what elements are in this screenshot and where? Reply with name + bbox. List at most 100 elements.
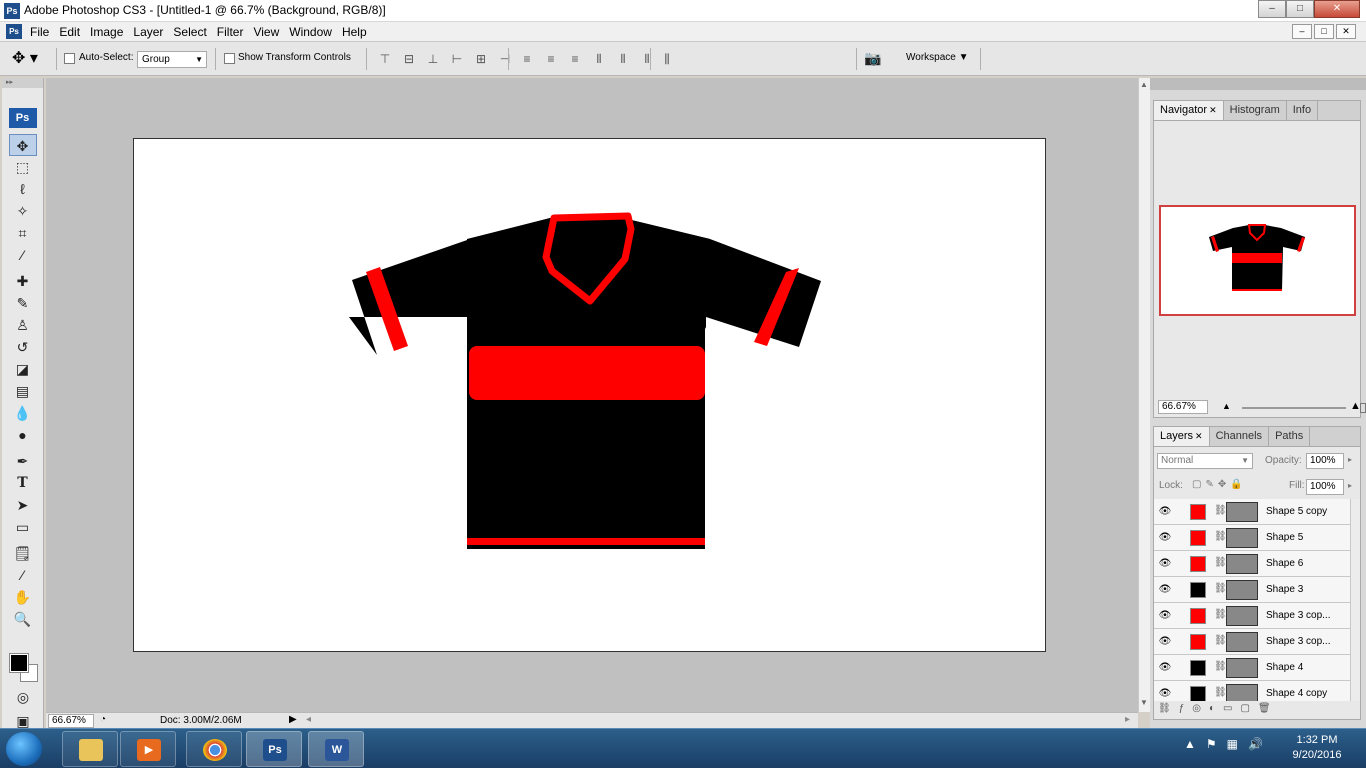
distribute-right-icon[interactable]: ⫴ [638,51,656,67]
volume-icon[interactable]: 🔊 [1248,737,1263,751]
visibility-eye-icon[interactable]: 👁 [1158,687,1172,701]
visibility-eye-icon[interactable]: 👁 [1158,557,1172,571]
vector-mask-thumbnail[interactable] [1226,528,1258,548]
layer-row[interactable]: 👁 ⛓ Shape 3 cop... [1154,603,1350,629]
vector-mask-thumbnail[interactable] [1226,684,1258,701]
doc-restore-button[interactable]: □ [1314,24,1334,39]
visibility-eye-icon[interactable]: 👁 [1158,531,1172,545]
workspace-menu[interactable]: Workspace ▼ [906,52,969,63]
visibility-eye-icon[interactable]: 👁 [1158,661,1172,675]
vector-mask-thumbnail[interactable] [1226,554,1258,574]
align-hcenter-icon[interactable]: ⊞ [472,51,490,67]
show-hidden-icons-icon[interactable]: ▲ [1184,737,1196,751]
vector-mask-thumbnail[interactable] [1226,502,1258,522]
tab-navigator[interactable]: Navigator ✕ [1154,101,1224,120]
lock-options-icon[interactable]: ▢✎✥🔒 [1192,479,1247,490]
layers-footer-icons[interactable]: ⛓ƒ◎◐▭▢🗑 [1154,703,1360,719]
align-vcenter-icon[interactable]: ⊟ [400,51,418,67]
navigator-preview[interactable] [1159,205,1356,316]
vector-mask-thumbnail[interactable] [1226,632,1258,652]
menu-file[interactable]: File [30,24,57,40]
scroll-up-icon[interactable]: ▲ [1140,80,1148,89]
status-info-icon[interactable]: ◔ [100,714,106,725]
taskbar-word[interactable]: W [308,731,364,767]
vector-mask-thumbnail[interactable] [1226,658,1258,678]
eyedropper-tool-icon[interactable]: ⁄ [9,564,37,586]
zoom-in-icon[interactable]: ▲ [1350,400,1361,412]
distribute-left-icon[interactable]: ⫴ [590,51,608,67]
rectangle-tool-icon[interactable]: ▭ [9,516,37,538]
layer-row[interactable]: 👁 ⛓ Shape 4 copy [1154,681,1350,701]
menu-edit[interactable]: Edit [59,24,88,40]
menu-window[interactable]: Window [289,24,340,40]
doc-close-button[interactable]: ✕ [1336,24,1356,39]
scroll-down-icon[interactable]: ▼ [1140,698,1148,707]
zoom-tool-icon[interactable]: 🔍 [9,608,37,630]
healing-brush-tool-icon[interactable]: ✚ [9,270,37,292]
tab-histogram[interactable]: Histogram [1223,101,1287,120]
taskbar-chrome[interactable] [186,731,242,767]
app-menu-icon[interactable]: Ps [6,24,22,39]
notes-tool-icon[interactable]: 🗒 [9,542,37,564]
fill-field[interactable]: 100% [1306,479,1344,495]
menu-layer[interactable]: Layer [133,24,171,40]
align-bottom-icon[interactable]: ⊥ [424,51,442,67]
gradient-tool-icon[interactable]: ▤ [9,380,37,402]
start-button[interactable] [6,732,42,766]
layer-row[interactable]: 👁 ⛓ Shape 3 cop... [1154,629,1350,655]
dock-grip[interactable] [1150,78,1366,90]
taskbar-photoshop[interactable]: Ps [246,731,302,767]
document-canvas[interactable] [133,138,1046,652]
layer-row[interactable]: 👁 ⛓ Shape 4 [1154,655,1350,681]
crop-tool-icon[interactable]: ⌗ [9,222,37,244]
close-button[interactable]: ✕ [1314,0,1360,18]
align-top-icon[interactable]: ⊤ [376,51,394,67]
hscroll-left-icon[interactable]: ◂ [306,714,311,725]
foreground-color-swatch[interactable] [9,653,29,673]
menu-help[interactable]: Help [342,24,375,40]
hscroll-right-icon[interactable]: ▸ [1125,714,1130,725]
visibility-eye-icon[interactable]: 👁 [1158,505,1172,519]
pen-tool-icon[interactable]: ✒ [9,450,37,472]
align-left-icon[interactable]: ⊢ [448,51,466,67]
taskbar-media-player[interactable]: ▶ [120,731,176,767]
auto-select-dropdown[interactable]: Group ▼ [137,51,207,68]
distribute-top-icon[interactable]: ≡ [518,51,536,67]
tab-info[interactable]: Info [1286,101,1319,120]
layer-row[interactable]: 👁 ⛓ Shape 5 [1154,525,1350,551]
marquee-tool-icon[interactable]: ⬚ [9,156,37,178]
distribute-bottom-icon[interactable]: ≡ [566,51,584,67]
path-selection-tool-icon[interactable]: ➤ [9,494,37,516]
move-tool-icon[interactable]: ✥ [8,134,37,156]
fill-arrow-icon[interactable]: ▸ [1348,481,1352,490]
distribute-vcenter-icon[interactable]: ≡ [542,51,560,67]
visibility-eye-icon[interactable]: 👁 [1158,583,1172,597]
dodge-tool-icon[interactable]: ● [9,424,37,446]
toolbox-grip[interactable]: ▸▸ [2,78,43,88]
history-brush-tool-icon[interactable]: ↺ [9,336,37,358]
opacity-field[interactable]: 100% [1306,453,1344,469]
opacity-arrow-icon[interactable]: ▸ [1348,455,1352,464]
menu-view[interactable]: View [253,24,287,40]
type-tool-icon[interactable]: T [9,472,37,494]
workspace-icon[interactable]: 📷 [864,50,888,68]
brush-tool-icon[interactable]: ✎ [9,292,37,314]
vector-mask-thumbnail[interactable] [1226,606,1258,626]
system-clock[interactable]: 1:32 PM 9/20/2016 [1282,733,1352,763]
hand-tool-icon[interactable]: ✋ [9,586,37,608]
status-menu-arrow-icon[interactable]: ▶ [289,714,297,725]
visibility-eye-icon[interactable]: 👁 [1158,635,1172,649]
photoshop-badge-icon[interactable]: Ps [8,108,37,128]
workspace-vertical-scrollbar[interactable]: ▲ ▼ [1138,78,1150,712]
blur-tool-icon[interactable]: 💧 [9,402,37,424]
navigator-zoom-slider[interactable] [1242,403,1366,413]
tab-paths[interactable]: Paths [1269,427,1311,446]
magic-wand-tool-icon[interactable]: ✧ [9,200,37,222]
zoom-out-icon[interactable]: ▲ [1222,401,1231,411]
doc-minimize-button[interactable]: – [1292,24,1312,39]
vector-mask-thumbnail[interactable] [1226,580,1258,600]
navigator-zoom-field[interactable]: 66.67% [1158,400,1208,414]
menu-image[interactable]: Image [90,24,131,40]
action-center-icon[interactable]: ⚑ [1206,737,1217,751]
layer-row[interactable]: 👁 ⛓ Shape 6 [1154,551,1350,577]
